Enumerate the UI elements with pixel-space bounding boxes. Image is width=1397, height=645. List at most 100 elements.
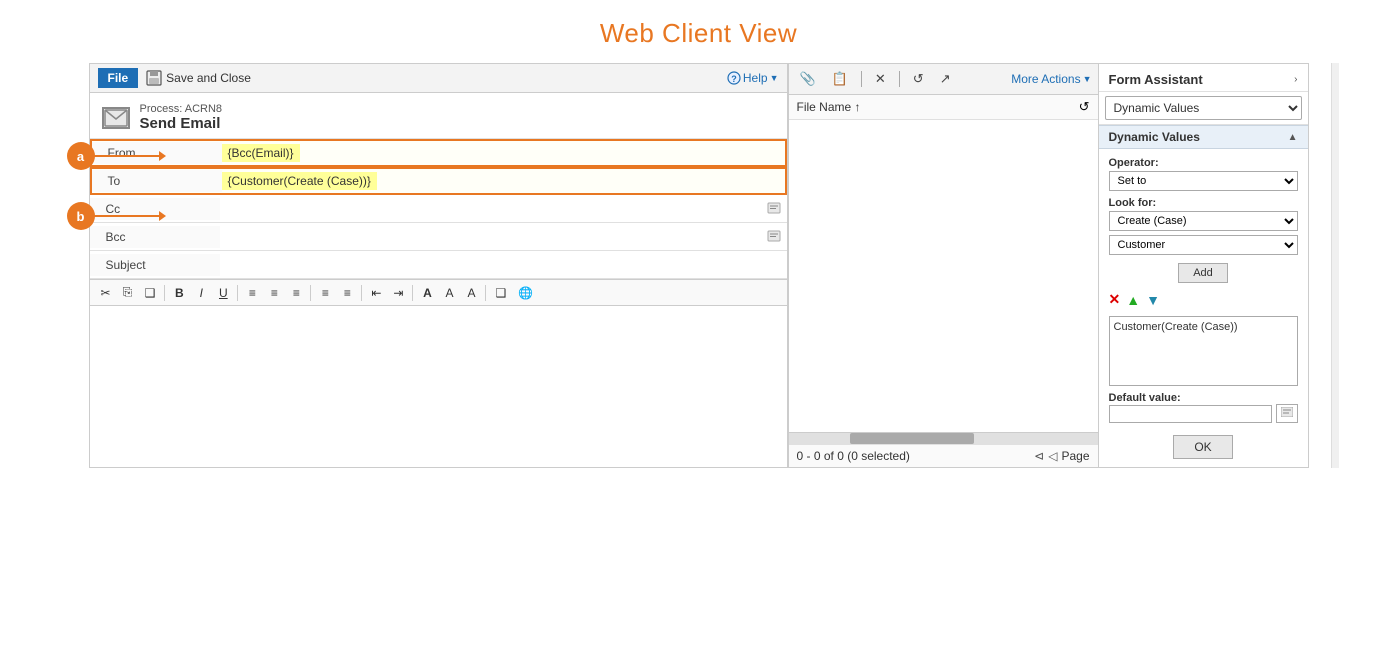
rte-align-right-btn[interactable]: ≡: [286, 284, 306, 302]
bcc-input[interactable]: [220, 226, 787, 248]
rte-align-center-btn[interactable]: ≡: [264, 284, 284, 302]
rte-toolbar: ✂ ⎘ ❑ B I U ≡ ≡ ≡ ≡ ≡ ⇤ ⇥: [90, 279, 787, 306]
annotation-a: a: [67, 142, 95, 170]
to-label: To: [92, 170, 222, 192]
rte-outdent-btn[interactable]: ⇥: [388, 284, 408, 302]
rte-sep3: [310, 285, 311, 301]
bcc-lookup-icon[interactable]: [765, 228, 783, 246]
process-name: Send Email: [140, 115, 223, 132]
default-value-lookup-btn[interactable]: [1276, 404, 1298, 423]
cc-field-row: Cc: [90, 195, 787, 223]
bcc-label: Bcc: [90, 226, 220, 248]
file-name-header: File Name ↑ ↺: [789, 95, 1098, 120]
look-for-select1[interactable]: Create (Case): [1109, 211, 1298, 231]
rte-insert-btn[interactable]: 🌐: [513, 284, 538, 302]
fa-ok-button[interactable]: OK: [1173, 435, 1232, 459]
attach-export-btn[interactable]: ↗: [935, 68, 956, 90]
rte-italic-btn[interactable]: I: [191, 284, 211, 302]
email-body-editor[interactable]: [90, 306, 787, 466]
email-fields: From {Bcc(Email)} To {Customer(Create (C…: [90, 139, 787, 279]
attach-sep2: [899, 71, 900, 87]
fa-move-up-btn[interactable]: ▲: [1126, 292, 1140, 308]
attach-delete-btn[interactable]: ✕: [870, 68, 891, 90]
rte-font-btn[interactable]: A: [461, 284, 481, 302]
bcc-input-wrap[interactable]: [220, 226, 787, 248]
default-value-input[interactable]: [1109, 405, 1272, 423]
svg-text:?: ?: [731, 74, 737, 84]
attach-sep1: [861, 71, 862, 87]
subject-input[interactable]: [220, 254, 787, 276]
look-for-select2[interactable]: Customer: [1109, 235, 1298, 255]
bcc-field-row: Bcc: [90, 223, 787, 251]
fa-add-button[interactable]: Add: [1178, 263, 1228, 283]
fa-expand-icon[interactable]: ›: [1294, 74, 1297, 85]
from-field-row: From {Bcc(Email)}: [90, 139, 787, 167]
default-value-label: Default value:: [1109, 392, 1298, 404]
fa-header: Form Assistant ›: [1099, 64, 1308, 92]
from-value: {Bcc(Email)}: [222, 144, 300, 162]
rte-bold-btn[interactable]: B: [169, 284, 189, 302]
page-title: Web Client View: [0, 0, 1397, 63]
file-name-refresh-btn[interactable]: ↺: [1079, 99, 1090, 115]
rte-template-btn[interactable]: ❑: [490, 284, 511, 302]
default-value-field: Default value:: [1109, 392, 1298, 423]
rte-ul-btn[interactable]: ≡: [337, 284, 357, 302]
cc-input-wrap[interactable]: [220, 198, 787, 220]
file-button[interactable]: File: [98, 68, 139, 88]
attach-add-btn[interactable]: 📎: [795, 68, 821, 90]
attach-refresh-btn[interactable]: ↺: [908, 68, 929, 90]
look-for-label: Look for:: [1109, 197, 1298, 209]
more-actions-button[interactable]: More Actions ▼: [1011, 72, 1091, 86]
rte-sep6: [485, 285, 486, 301]
form-toolbar: File Save and Close ?: [90, 64, 787, 93]
rte-sep4: [361, 285, 362, 301]
look-for-field: Look for: Create (Case) Customer: [1109, 197, 1298, 255]
operator-label: Operator:: [1109, 157, 1298, 169]
rte-copy-btn[interactable]: ⎘: [118, 283, 138, 302]
help-button[interactable]: ? Help ▼: [727, 71, 779, 85]
rte-align-left-btn[interactable]: ≡: [242, 284, 262, 302]
list-item: Customer(Create (Case)): [1114, 321, 1293, 333]
subject-input-wrap[interactable]: [220, 254, 787, 276]
cc-lookup-icon[interactable]: [765, 200, 783, 218]
rte-ol-btn[interactable]: ≡: [315, 284, 335, 302]
attachment-panel: 📎 📋 ✕ ↺ ↗ More Actions ▼ File Name ↑ ↺: [788, 64, 1098, 467]
fa-section-header: Dynamic Values ▲: [1099, 125, 1308, 149]
prev-page-btn[interactable]: ◁: [1048, 449, 1057, 463]
to-value: {Customer(Create (Case))}: [222, 172, 377, 190]
cc-input[interactable]: [220, 198, 787, 220]
subject-label: Subject: [90, 254, 220, 276]
fa-body: Operator: Set to Look for: Create (Case)…: [1099, 149, 1308, 467]
save-close-button[interactable]: Save and Close: [146, 70, 251, 86]
horizontal-scrollbar[interactable]: [789, 432, 1098, 444]
attach-toolbar: 📎 📋 ✕ ↺ ↗ More Actions ▼: [789, 64, 1098, 95]
operator-select[interactable]: Set to: [1109, 171, 1298, 191]
process-header: Process: ACRN8 Send Email: [90, 93, 787, 139]
fa-remove-btn[interactable]: ✕: [1109, 291, 1121, 308]
fa-action-icons: ✕ ▲ ▼: [1109, 291, 1298, 308]
rte-indent-btn[interactable]: ⇤: [366, 284, 386, 302]
first-page-btn[interactable]: ⊲: [1034, 449, 1044, 463]
scrollbar-thumb: [850, 433, 974, 444]
rte-paste-btn[interactable]: ❑: [140, 284, 161, 302]
rte-font-color-btn[interactable]: A: [417, 284, 437, 302]
fa-title: Form Assistant: [1109, 72, 1203, 87]
rte-sep5: [412, 285, 413, 301]
annotation-b: b: [67, 202, 95, 230]
rte-sep1: [164, 285, 165, 301]
email-form-panel: File Save and Close ?: [90, 64, 788, 467]
pagination: ⊲ ◁ Page: [1034, 449, 1089, 463]
fa-main-dropdown[interactable]: Dynamic Values: [1105, 96, 1302, 120]
default-value-input-wrap: [1109, 404, 1298, 423]
fa-move-down-btn[interactable]: ▼: [1146, 292, 1160, 308]
rte-sep2: [237, 285, 238, 301]
fa-section-arrow: ▲: [1288, 132, 1298, 143]
rte-cut-btn[interactable]: ✂: [96, 284, 116, 302]
fa-main-dropdown-wrap: Dynamic Values: [1099, 92, 1308, 125]
rte-font-size-btn[interactable]: A: [439, 284, 459, 302]
subject-field-row: Subject: [90, 251, 787, 279]
rte-underline-btn[interactable]: U: [213, 284, 233, 302]
attachment-list: [789, 120, 1098, 432]
form-assistant-panel: Form Assistant › Dynamic Values Dynamic …: [1098, 64, 1308, 467]
attach-notes-btn[interactable]: 📋: [827, 68, 853, 90]
